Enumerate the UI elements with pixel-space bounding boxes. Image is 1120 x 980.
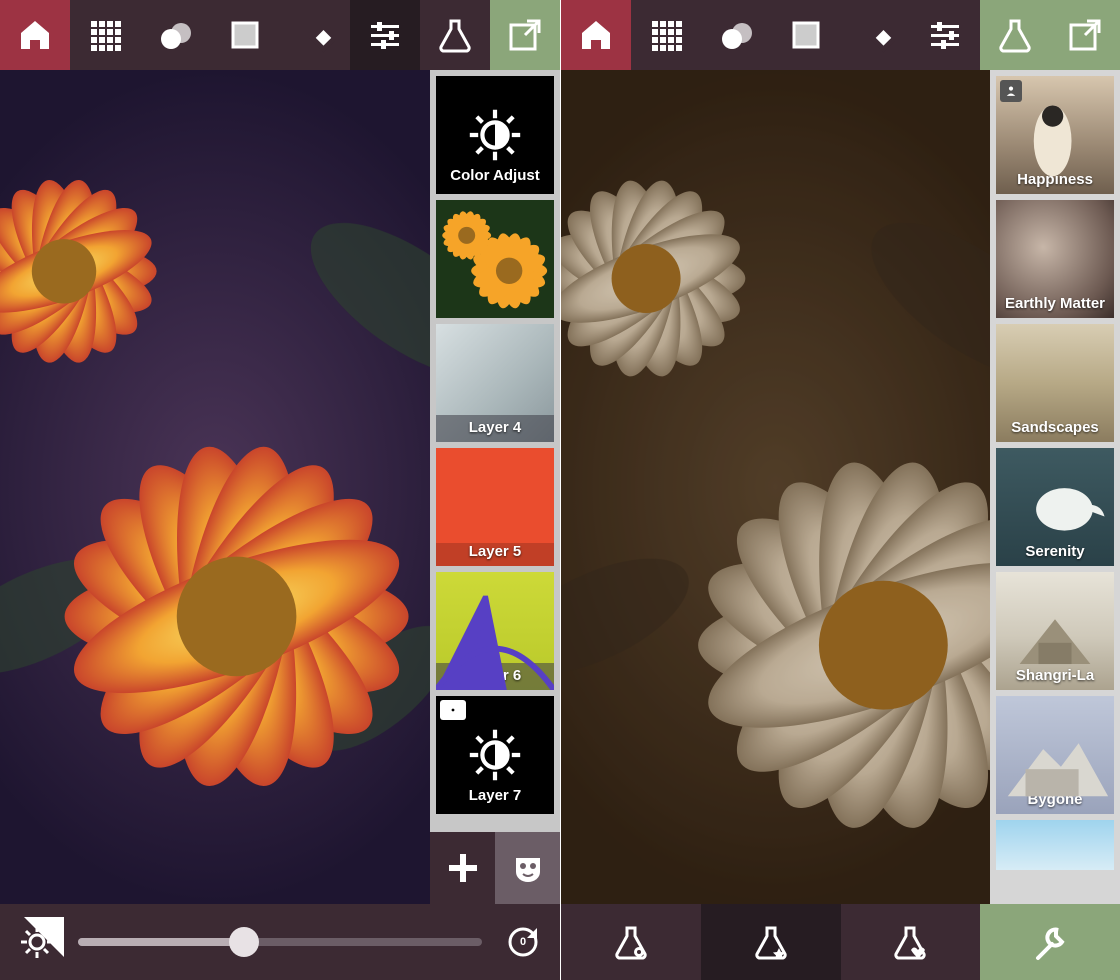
diamond-icon[interactable] bbox=[841, 0, 911, 70]
share-button[interactable] bbox=[1050, 0, 1120, 70]
brightness-icon[interactable] bbox=[14, 919, 60, 965]
layer-7[interactable]: Layer 7 bbox=[436, 696, 554, 814]
reset-button[interactable]: 0 bbox=[500, 919, 546, 965]
preset-label: Sandscapes bbox=[996, 419, 1114, 442]
mask-button[interactable] bbox=[495, 832, 560, 904]
layer-label: Layer 5 bbox=[436, 543, 554, 566]
preset-bygone[interactable]: Bygone bbox=[996, 696, 1114, 814]
layer-label: Layer 7 bbox=[436, 787, 554, 810]
right-pane: Happiness Earthly Matter Sandscapes Sere… bbox=[560, 0, 1120, 980]
left-pane: Color Adjust Normal Layer 4 Layer 5 bbox=[0, 0, 560, 980]
eye-icon bbox=[440, 700, 466, 720]
preset-earthly-matter[interactable]: Earthly Matter bbox=[996, 200, 1114, 318]
share-button[interactable] bbox=[490, 0, 560, 70]
top-toolbar-left bbox=[0, 0, 560, 70]
content-row-right: Happiness Earthly Matter Sandscapes Sere… bbox=[561, 70, 1120, 904]
flask-gear-tab[interactable] bbox=[561, 904, 701, 980]
preset-serenity[interactable]: Serenity bbox=[996, 448, 1114, 566]
canvas-right[interactable] bbox=[561, 70, 990, 904]
brightness-slider[interactable] bbox=[78, 938, 482, 946]
bottom-bar-left: 0 bbox=[0, 904, 560, 980]
layer-5[interactable]: Layer 5 bbox=[436, 448, 554, 566]
preset-happiness[interactable]: Happiness bbox=[996, 76, 1114, 194]
layer-6[interactable]: Layer 6 bbox=[436, 572, 554, 690]
home-button[interactable] bbox=[0, 0, 70, 70]
top-toolbar-right bbox=[561, 0, 1120, 70]
flask-star-tab[interactable] bbox=[701, 904, 841, 980]
presets-panel: Happiness Earthly Matter Sandscapes Sere… bbox=[990, 70, 1120, 904]
layers-footer bbox=[430, 832, 560, 904]
preset-extra[interactable] bbox=[996, 820, 1114, 870]
grid-icon[interactable] bbox=[70, 0, 140, 70]
wrench-tab[interactable] bbox=[980, 904, 1120, 980]
layer-label: Layer 4 bbox=[436, 415, 554, 442]
canvas-left[interactable] bbox=[0, 70, 430, 904]
bottom-tabs-right bbox=[561, 904, 1120, 980]
sliders-tab[interactable] bbox=[910, 0, 980, 70]
preset-sandscapes[interactable]: Sandscapes bbox=[996, 324, 1114, 442]
color-adjust-thumb[interactable]: Color Adjust bbox=[436, 76, 554, 194]
colorblend-icon[interactable] bbox=[140, 0, 210, 70]
frame-icon[interactable] bbox=[771, 0, 841, 70]
sliders-tab[interactable] bbox=[350, 0, 420, 70]
layer-4[interactable]: Layer 4 bbox=[436, 324, 554, 442]
diamond-icon[interactable] bbox=[280, 0, 350, 70]
flask-tab[interactable] bbox=[420, 0, 490, 70]
colorblend-icon[interactable] bbox=[701, 0, 771, 70]
frame-icon[interactable] bbox=[210, 0, 280, 70]
flask-heart-tab[interactable] bbox=[841, 904, 981, 980]
grid-icon[interactable] bbox=[631, 0, 701, 70]
home-button[interactable] bbox=[561, 0, 631, 70]
content-row-left: Color Adjust Normal Layer 4 Layer 5 bbox=[0, 70, 560, 904]
add-layer-button[interactable] bbox=[430, 832, 495, 904]
color-adjust-label: Color Adjust bbox=[436, 167, 554, 190]
layers-panel: Color Adjust Normal Layer 4 Layer 5 bbox=[430, 70, 560, 904]
reset-badge: 0 bbox=[520, 936, 526, 948]
layer-normal[interactable]: Normal bbox=[436, 200, 554, 318]
flask-tab[interactable] bbox=[980, 0, 1050, 70]
preset-shangri-la[interactable]: Shangri-La bbox=[996, 572, 1114, 690]
preset-label: Earthly Matter bbox=[996, 295, 1114, 318]
